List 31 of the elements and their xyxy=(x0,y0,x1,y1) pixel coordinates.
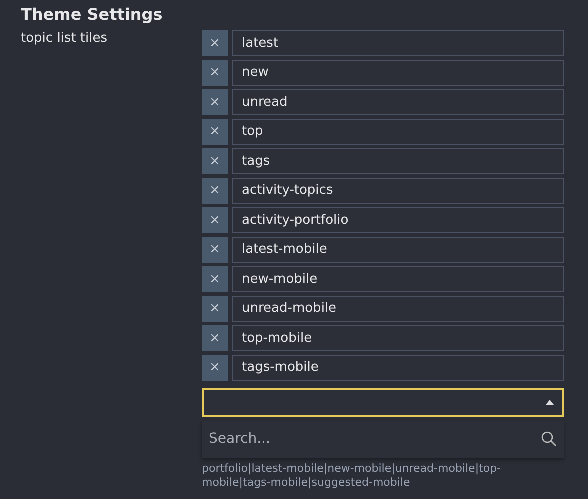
remove-button[interactable]: × xyxy=(202,118,228,144)
remove-button[interactable]: × xyxy=(202,207,228,233)
value-field[interactable]: top-mobile xyxy=(232,325,564,351)
remove-button[interactable]: × xyxy=(202,266,228,292)
value-field[interactable]: new-mobile xyxy=(232,266,564,292)
remove-button[interactable]: × xyxy=(202,148,228,174)
value-field[interactable]: top xyxy=(232,118,564,144)
remove-button[interactable]: × xyxy=(202,30,228,56)
value-field[interactable]: tags-mobile xyxy=(232,354,564,380)
caret-icon xyxy=(545,399,555,406)
value-field[interactable]: unread xyxy=(232,89,564,115)
setting-label: topic list tiles xyxy=(21,30,109,48)
remove-button[interactable]: × xyxy=(202,354,228,380)
remove-button[interactable]: × xyxy=(202,178,228,204)
value-field[interactable]: tags xyxy=(232,148,564,174)
remove-button[interactable]: × xyxy=(202,60,228,86)
remove-button[interactable]: × xyxy=(202,325,228,351)
value-field[interactable]: activity-topics xyxy=(232,178,564,204)
search-icon xyxy=(541,430,557,446)
select-field[interactable] xyxy=(202,388,564,417)
page-title: Theme Settings xyxy=(21,5,164,25)
value-field[interactable]: unread-mobile xyxy=(232,296,564,322)
value-field[interactable]: activity-portfolio xyxy=(232,207,564,233)
value-field[interactable]: latest-mobile xyxy=(232,236,564,262)
search-field[interactable]: Search... xyxy=(209,430,541,446)
value-field[interactable]: latest xyxy=(232,30,564,56)
remove-button[interactable]: × xyxy=(202,89,228,115)
remove-button[interactable]: × xyxy=(202,236,228,262)
remove-button[interactable]: × xyxy=(202,296,228,322)
description-text: portfolio|latest-mobile|new-mobile|unread-mobile|top-mobile|tags-mobile|suggested-mobile xyxy=(202,462,502,490)
value-field[interactable]: new xyxy=(232,60,564,86)
